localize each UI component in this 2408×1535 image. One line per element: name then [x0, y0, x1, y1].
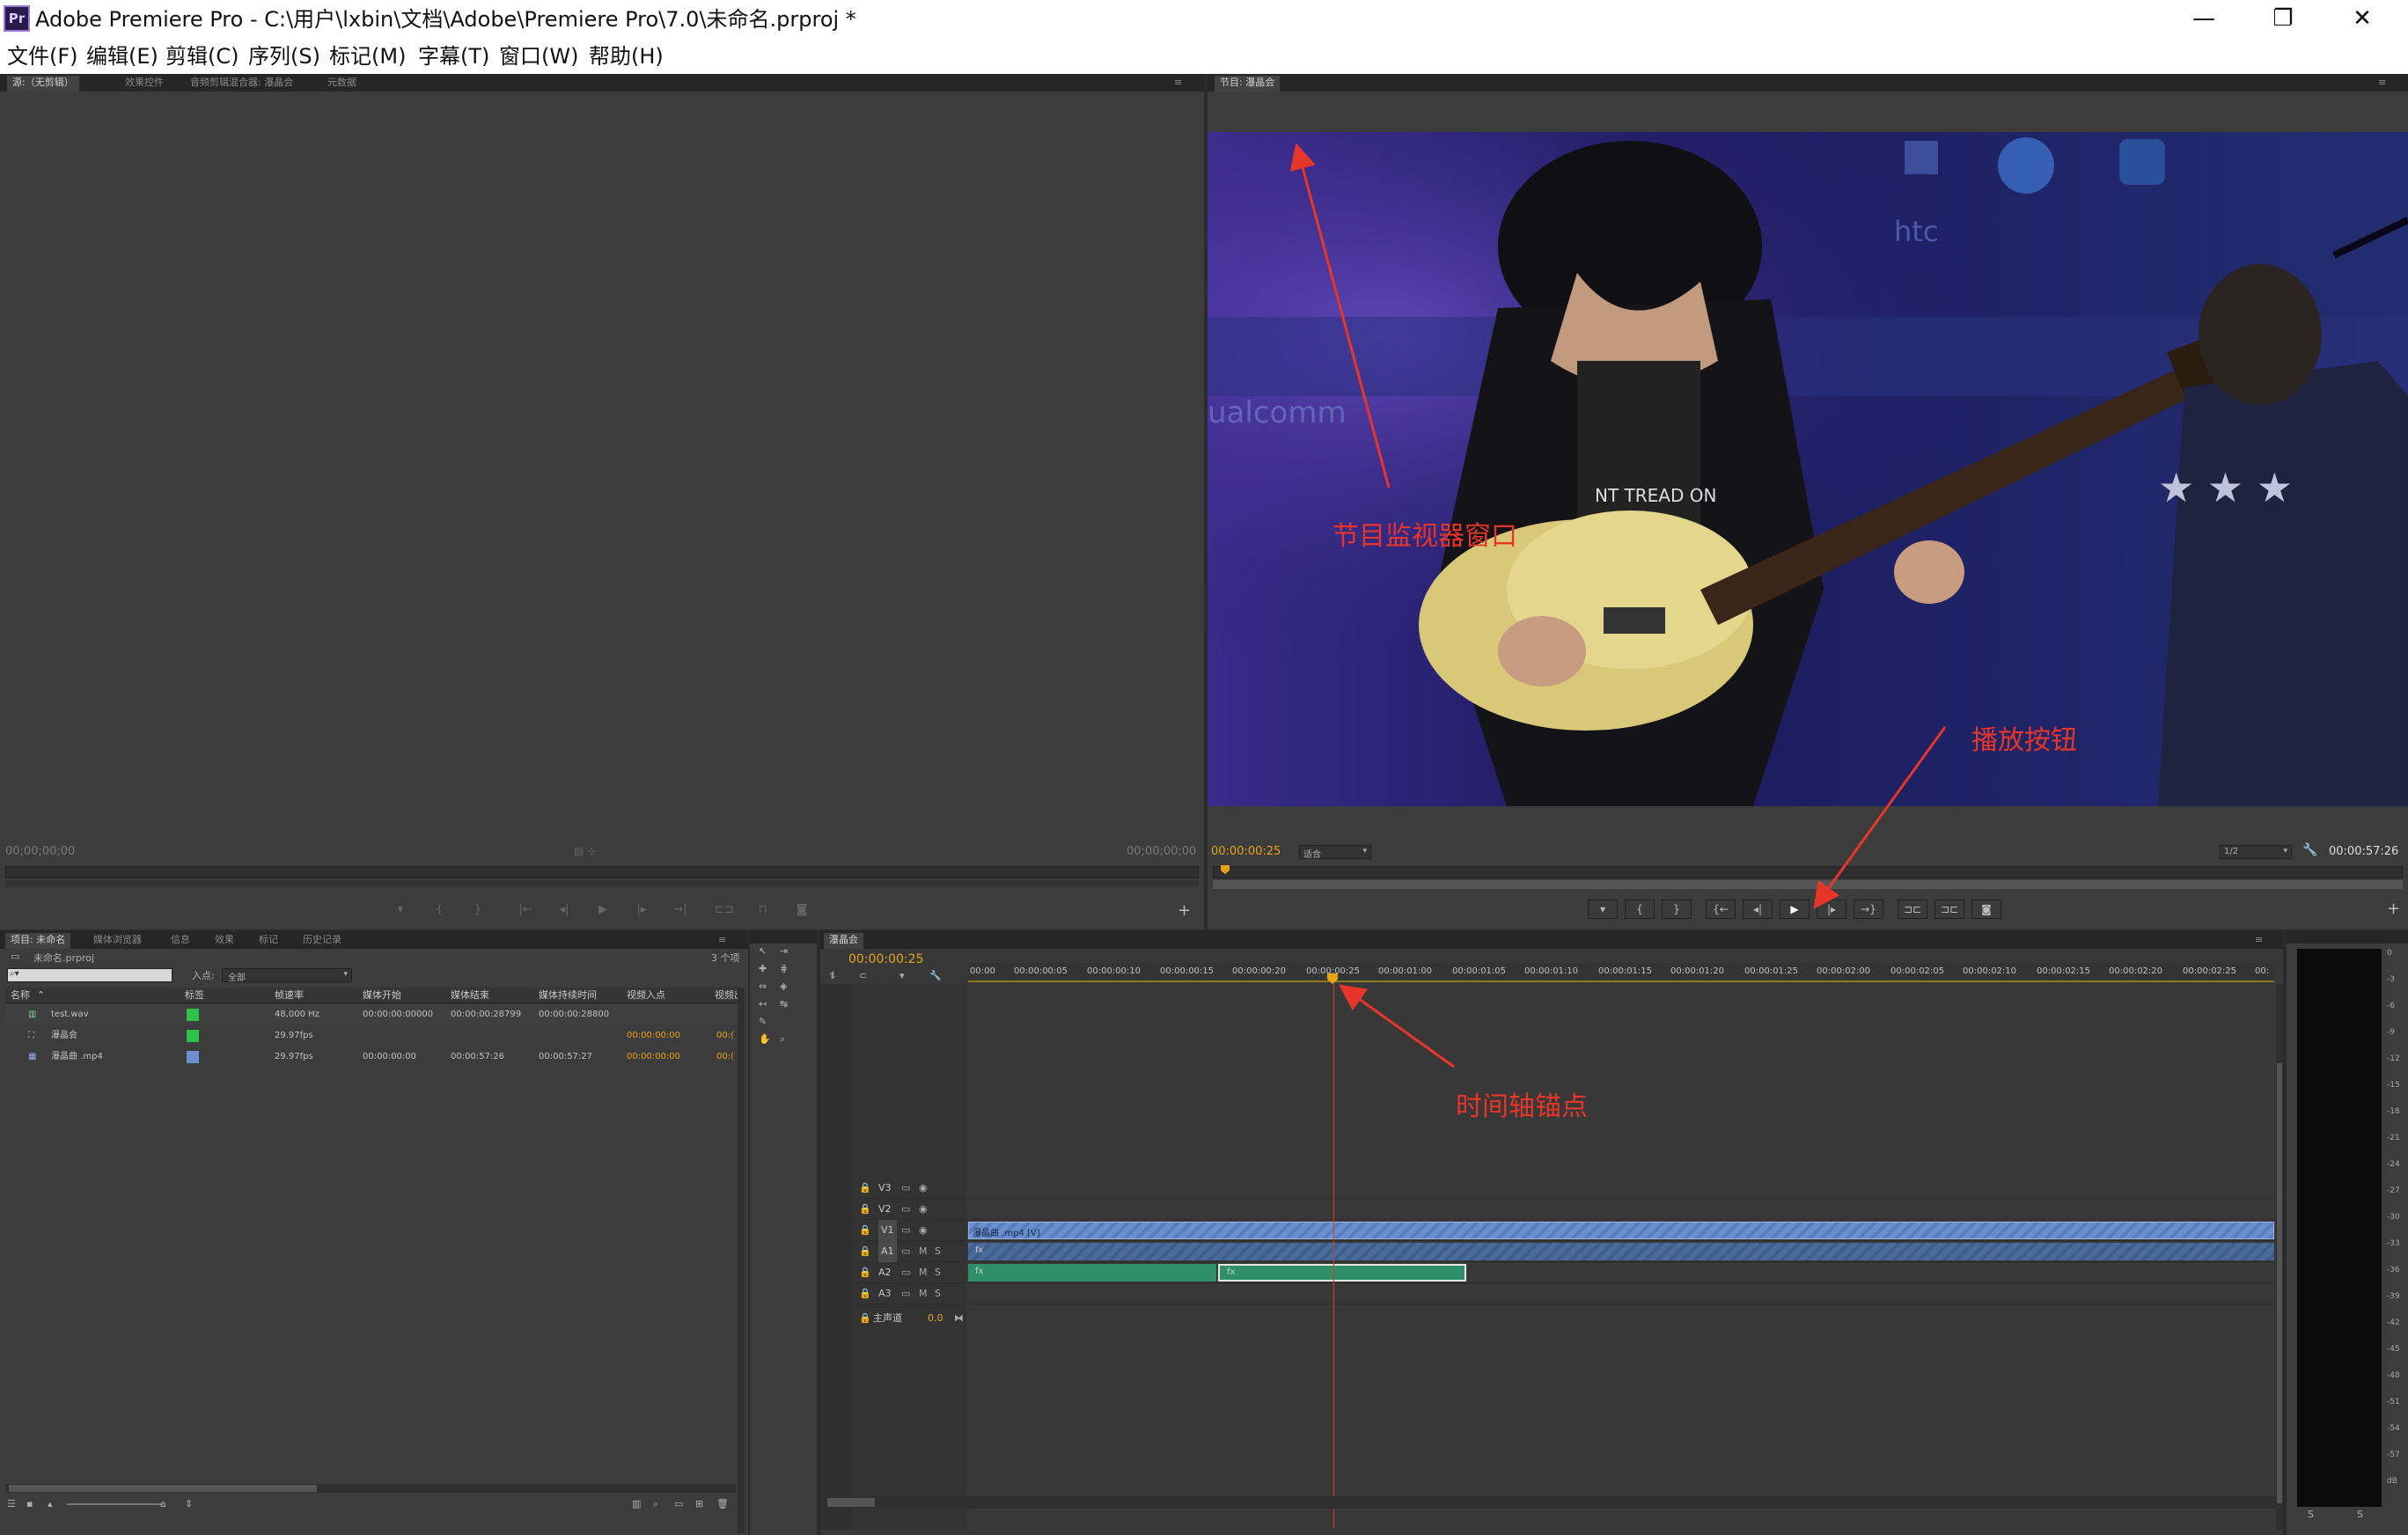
- annotation-program-monitor: 节目监视器窗口: [1332, 521, 1517, 552]
- annotation-play-button: 播放按钮: [1971, 725, 2077, 756]
- annotation-arrows: [1289, 143, 1947, 1069]
- annotation-timeline-anchor: 时间轴锚点: [1456, 1091, 1588, 1122]
- arrow-play-button: [1813, 726, 1947, 909]
- arrow-program-monitor: [1289, 143, 1391, 488]
- arrow-timeline-anchor: [1339, 984, 1455, 1069]
